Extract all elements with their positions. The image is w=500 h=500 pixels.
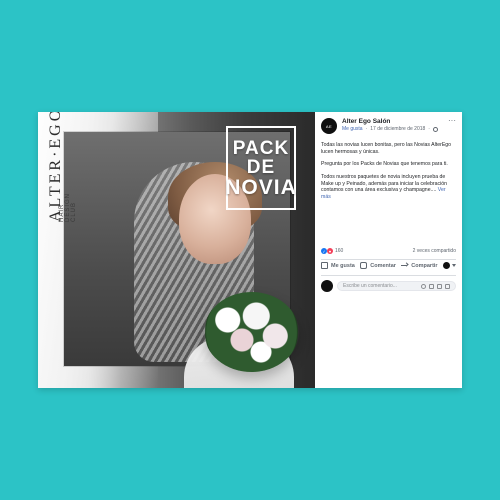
share-icon	[401, 262, 408, 269]
post-meta: Me gusta · 17 de diciembre de 2018 ·	[342, 126, 444, 132]
meta-separator-2: ·	[428, 126, 430, 132]
emoji-icon[interactable]	[421, 283, 426, 289]
love-reaction-icon: ♥	[327, 248, 333, 254]
camera-icon[interactable]	[429, 283, 434, 289]
pack-line-3: NOVIA	[225, 175, 297, 199]
thumbs-up-icon	[321, 262, 328, 269]
post-as-selector[interactable]	[442, 262, 456, 269]
page-name[interactable]: Alter Ego Salón	[342, 118, 444, 125]
comment-tools	[421, 283, 450, 289]
like-button-label: Me gusta	[331, 262, 355, 269]
post-paragraph-2: Pregunta por los Packs de Novias que ten…	[321, 161, 448, 168]
divider-bottom	[321, 275, 456, 276]
commenter-avatar[interactable]	[321, 280, 333, 292]
post-actions: Me gusta Comentar Compartir	[321, 262, 456, 269]
sticker-icon[interactable]	[445, 283, 450, 289]
post-text: Todas las novias lucen bonitas, pero las…	[315, 134, 462, 201]
reactions-count: 160	[335, 248, 344, 254]
post-paragraph-3-text: Todos nuestros paquetes de novia incluye…	[321, 173, 448, 194]
like-button[interactable]: Me gusta	[321, 262, 355, 269]
header-text: Alter Ego Salón Me gusta · 17 de diciemb…	[342, 118, 444, 132]
share-button-label: Compartir	[411, 262, 438, 269]
post-sidebar: AE Alter Ego Salón Me gusta · 17 de dici…	[315, 112, 462, 388]
post-image[interactable]: PACK DE NOVIA ALTER·EGO HAIR DESIGN CLUB	[38, 112, 315, 388]
share-count[interactable]: 2 veces compartido	[413, 248, 456, 254]
comment-input[interactable]: Escribe un comentario...	[337, 281, 456, 291]
share-button[interactable]: Compartir	[401, 262, 438, 269]
meta-separator: ·	[365, 126, 368, 132]
pack-line-1: PACK	[232, 137, 290, 159]
reactions[interactable]: ✓ ♥ 160	[321, 248, 343, 254]
pack-line-2: DE	[246, 156, 276, 178]
brand-sub: HAIR DESIGN CLUB	[59, 192, 77, 222]
post-paragraph-1: Todas las novias lucen bonitas, pero las…	[321, 142, 452, 155]
comment-icon	[360, 262, 368, 269]
pack-de-novia-title: PACK DE NOVIA	[225, 126, 297, 210]
bouquet	[204, 292, 299, 372]
page-like-link[interactable]: Me gusta	[342, 126, 363, 132]
page-avatar[interactable]: AE	[321, 118, 337, 134]
post-stats: ✓ ♥ 160 2 veces compartido	[321, 248, 456, 254]
alter-ego-logo: ALTER·EGO HAIR DESIGN CLUB	[47, 112, 77, 372]
post-date[interactable]: 17 de diciembre de 2018	[370, 126, 425, 132]
post-paragraph-3: Todos nuestros paquetes de novia incluye…	[321, 174, 456, 201]
gif-icon[interactable]	[437, 283, 442, 289]
comment-button[interactable]: Comentar	[360, 262, 396, 269]
facebook-post-card: PACK DE NOVIA ALTER·EGO HAIR DESIGN CLUB…	[38, 112, 462, 388]
comment-row: Escribe un comentario...	[321, 280, 456, 292]
comment-placeholder: Escribe un comentario...	[343, 283, 397, 289]
globe-icon	[432, 126, 438, 132]
post-header: AE Alter Ego Salón Me gusta · 17 de dici…	[315, 112, 462, 134]
chevron-down-icon	[451, 264, 456, 267]
viewer-avatar	[442, 262, 450, 269]
comment-button-label: Comentar	[370, 262, 396, 269]
divider-top	[321, 259, 456, 260]
more-options-icon[interactable]: ···	[444, 117, 456, 125]
